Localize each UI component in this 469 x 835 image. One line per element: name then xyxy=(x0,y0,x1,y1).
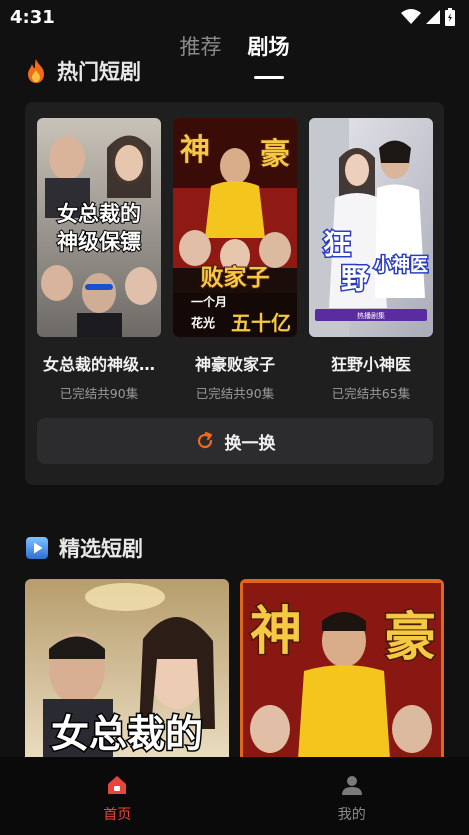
drama-meta-1: 已完结共90集 xyxy=(59,386,139,401)
drama-poster-2[interactable]: 神 豪 败家子 一个月 花光 五十亿 xyxy=(173,118,297,337)
drama-poster-1[interactable]: 女总裁的 神级保镖 xyxy=(37,118,161,337)
poster-3-char-2: 野 xyxy=(341,262,369,295)
poster-2-subtitle: 败家子 xyxy=(201,264,270,291)
drama-meta-3: 已完结共65集 xyxy=(331,386,411,401)
poster-2-line-b: 花光 xyxy=(191,315,215,330)
tab-recommend[interactable]: 推荐 xyxy=(180,30,222,74)
refresh-icon xyxy=(197,431,212,449)
refresh-label: 换一换 xyxy=(224,433,276,454)
nav-mine-label: 我的 xyxy=(337,807,366,823)
featured-section-title: 精选短剧 xyxy=(25,533,143,563)
play-icon xyxy=(26,537,48,559)
drama-name-3: 狂野小神医 xyxy=(330,355,411,374)
featured-poster-1[interactable]: 女总裁的 xyxy=(25,579,229,759)
status-bar: 4:31 xyxy=(0,0,469,34)
drama-meta-2: 已完结共90集 xyxy=(195,386,275,401)
drama-card-3[interactable]: 热播剧集 狂 野 小神医 狂野小神医 已完结共65集 xyxy=(309,118,433,402)
hot-title-text: 热门短剧 xyxy=(57,60,141,84)
poster-2-line-a: 一个月 xyxy=(191,294,227,309)
user-icon xyxy=(341,776,362,795)
poster-2-line-c: 五十亿 xyxy=(231,311,291,335)
drama-poster-3[interactable]: 热播剧集 狂 野 小神医 xyxy=(309,118,433,337)
poster-3-char-1: 狂 xyxy=(323,228,351,261)
nav-mine[interactable]: 我的 xyxy=(235,757,469,835)
featured-poster-2[interactable]: 神 豪 xyxy=(240,579,444,759)
poster-2-char-1: 神 xyxy=(180,133,210,168)
drama-name-2: 神豪败家子 xyxy=(194,355,275,374)
flame-icon xyxy=(28,59,44,83)
poster-3-char-3: 小神医 xyxy=(374,254,428,276)
signal-icon xyxy=(426,10,440,24)
nav-home-label: 首页 xyxy=(103,807,132,823)
poster-1-line-1: 女总裁的 xyxy=(57,202,141,226)
drama-name-1: 女总裁的神级… xyxy=(42,355,155,374)
battery-icon xyxy=(445,8,455,26)
home-icon xyxy=(108,776,127,794)
featured-2-char-1: 神 xyxy=(250,601,302,662)
status-time: 4:31 xyxy=(10,6,55,28)
hot-section-title: 热门短剧 xyxy=(25,56,141,86)
hot-dramas-card: 女总裁的 神级保镖 女总裁的神级… 已完结共90集 神 豪 败家子 一个月 花光… xyxy=(25,102,444,485)
nav-home[interactable]: 首页 xyxy=(0,757,235,835)
wifi-icon xyxy=(401,9,421,24)
tab-theater[interactable]: 剧场 xyxy=(248,30,290,79)
status-icons xyxy=(401,8,455,26)
poster-1-line-2: 神级保镖 xyxy=(57,230,141,254)
poster-2-char-2: 豪 xyxy=(260,137,290,172)
featured-1-title: 女总裁的 xyxy=(51,712,203,756)
drama-card-2[interactable]: 神 豪 败家子 一个月 花光 五十亿 神豪败家子 已完结共90集 xyxy=(173,118,297,402)
tab-indicator xyxy=(253,76,284,79)
drama-card-1[interactable]: 女总裁的 神级保镖 女总裁的神级… 已完结共90集 xyxy=(37,118,161,402)
featured-title-text: 精选短剧 xyxy=(59,537,143,561)
featured-2-char-2: 豪 xyxy=(384,607,436,668)
bottom-nav: 首页 我的 xyxy=(0,757,469,835)
refresh-button[interactable]: 换一换 xyxy=(37,418,433,464)
poster-3-badge: 热播剧集 xyxy=(357,311,385,320)
